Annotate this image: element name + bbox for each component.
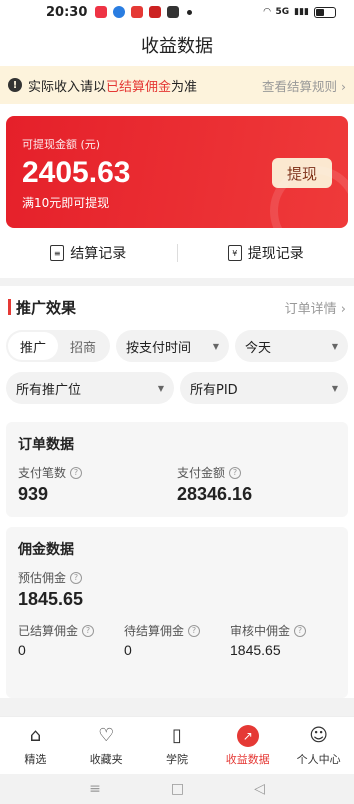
withdraw-records-label: 提现记录 [247,246,304,262]
balance-label: 可提现金额 (元) [22,138,101,151]
records-row: ≡ 结算记录 ¥ 提现记录 [0,228,354,278]
tab-profile[interactable]: ☺ 个人中心 [283,717,354,774]
promotion-section: 推广效果 订单详情 › 推广 招商 按支付时间 ▼ 今天 ▼ 所有推广位 ▼ 所… [0,286,354,698]
clock: 20:30 [46,4,88,20]
promotion-title: 推广效果 [16,298,77,317]
help-icon[interactable]: ? [70,466,83,479]
review-commission-value: 1845.65 [230,642,281,658]
pid-value: 所有PID [190,382,238,398]
signal-icon: ▮▮▮ [294,7,309,17]
help-icon[interactable]: ? [70,571,83,584]
section-accent-bar [8,299,11,315]
heart-icon: ♡ [98,725,115,746]
caret-down-icon: ▼ [331,383,338,393]
mode-segment: 推广 招商 [6,330,110,362]
page-title: 收益数据 [0,24,354,66]
app-notification-icon [149,6,162,18]
pid-dropdown[interactable]: 所有PID ▼ [180,372,348,404]
book-icon: ▯ [172,725,182,746]
caret-down-icon: ▼ [157,383,164,393]
clipboard-yen-icon: ¥ [227,245,242,261]
settlement-notice: ! 实际收入请以 已结算佣金 为准 查看结算规则 › [0,66,354,104]
tab-label: 学院 [165,752,188,766]
segment-merchant[interactable]: 招商 [58,332,108,360]
payment-amount-value: 28346.16 [177,484,253,504]
back-icon[interactable]: ◁ [254,781,265,797]
segment-promote[interactable]: 推广 [8,332,58,360]
tab-label: 收藏夹 [89,752,123,766]
position-dropdown[interactable]: 所有推广位 ▼ [6,372,174,404]
date-range-dropdown[interactable]: 今天 ▼ [235,330,348,362]
pending-commission-label: 待结算佣金 [124,624,185,638]
estimated-commission-label: 预估佣金 [18,571,67,585]
time-type-dropdown[interactable]: 按支付时间 ▼ [116,330,229,362]
tab-label: 精选 [24,752,47,766]
date-range-value: 今天 [245,340,272,356]
commission-data-title: 佣金数据 [18,542,74,558]
app-notification-icon [113,6,126,18]
tab-label: 收益数据 [225,752,270,766]
status-bar: 20:30 ◠ 5G ▮▮▮ [0,0,354,24]
app-notification-icon [95,6,108,18]
battery-icon [314,6,336,18]
app-notification-icon [167,6,180,18]
help-icon[interactable]: ? [188,624,201,637]
estimated-commission-value: 1845.65 [18,589,84,609]
system-nav-bar: ≡ □ ◁ [0,774,354,804]
payment-amount-label: 支付金额 [177,466,226,480]
withdrawable-balance-card: 可提现金额 (元) 2405.63 满10元即可提现 提现 [6,116,348,228]
settled-commission-value: 0 [18,642,26,658]
help-icon[interactable]: ? [229,466,242,479]
help-icon[interactable]: ? [82,624,95,637]
payment-count-value: 939 [18,484,49,504]
tab-featured[interactable]: ⌂ 精选 [0,717,71,774]
network-label: 5G [275,7,290,17]
tab-label: 个人中心 [296,752,341,766]
menu-icon[interactable]: ≡ [89,781,101,797]
notice-highlight: 已结算佣金 [106,79,172,95]
smiley-icon: ☺ [309,725,328,746]
home-icon: ⌂ [29,725,42,746]
position-value: 所有推广位 [16,382,82,398]
notice-text-pre: 实际收入请以 [28,79,107,95]
tab-earnings[interactable]: ↗ 收益数据 [212,717,283,774]
warning-icon: ! [8,78,22,92]
caret-down-icon: ▼ [331,341,338,351]
wifi-icon: ◠ [263,7,271,17]
withdraw-records-button[interactable]: ¥ 提现记录 [178,243,354,263]
settled-commission-label: 已结算佣金 [18,624,79,638]
commission-data-card: 佣金数据 预估佣金? 1845.65 已结算佣金? 0 待结算佣金? 0 审核中… [6,527,348,698]
settlement-records-button[interactable]: ≡ 结算记录 [0,243,177,263]
help-icon[interactable]: ? [294,624,307,637]
tab-favorites[interactable]: ♡ 收藏夹 [71,717,142,774]
caret-down-icon: ▼ [212,341,219,351]
notice-text-post: 为准 [171,79,198,95]
more-notifications-icon [187,9,193,15]
order-data-card: 订单数据 支付笔数? 939 支付金额? 28346.16 [6,422,348,517]
review-commission-label: 审核中佣金 [230,624,291,638]
order-details-link[interactable]: 订单详情 › [285,298,346,317]
order-data-title: 订单数据 [18,437,74,453]
payment-count-label: 支付笔数 [18,466,67,480]
tab-academy[interactable]: ▯ 学院 [142,717,213,774]
pending-commission-value: 0 [124,642,132,658]
bottom-tab-bar: ⌂ 精选 ♡ 收藏夹 ▯ 学院 ↗ 收益数据 ☺ 个人中心 [0,716,354,774]
earnings-icon: ↗ [236,724,259,747]
home-square-icon[interactable]: □ [171,781,184,797]
app-notification-icon [131,6,144,18]
settlement-records-label: 结算记录 [70,246,127,262]
settlement-rules-link[interactable]: 查看结算规则 › [262,76,346,95]
document-icon: ≡ [50,245,65,261]
time-type-value: 按支付时间 [126,340,192,356]
